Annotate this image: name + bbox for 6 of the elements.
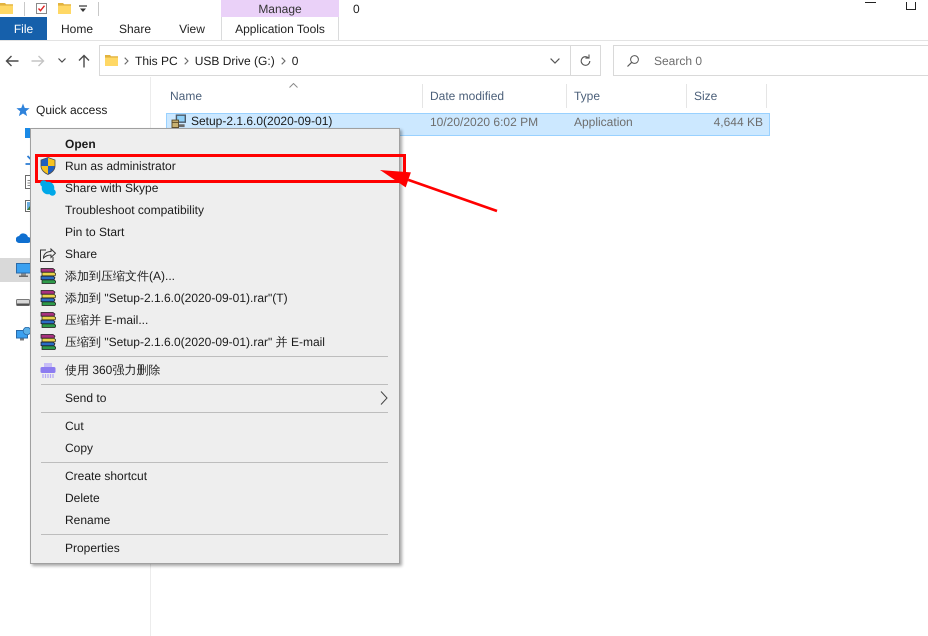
file-name: Setup-2.1.6.0(2020-09-01) xyxy=(191,114,332,128)
table-cell-text: 10/20/2020 6:02 PM xyxy=(429,115,540,129)
contextual-tab-header: Manage xyxy=(221,0,339,17)
table-cell-text: Application xyxy=(573,115,634,129)
window-title: 0 xyxy=(353,2,360,16)
table-cell-text: 4,644 KB xyxy=(712,115,764,129)
